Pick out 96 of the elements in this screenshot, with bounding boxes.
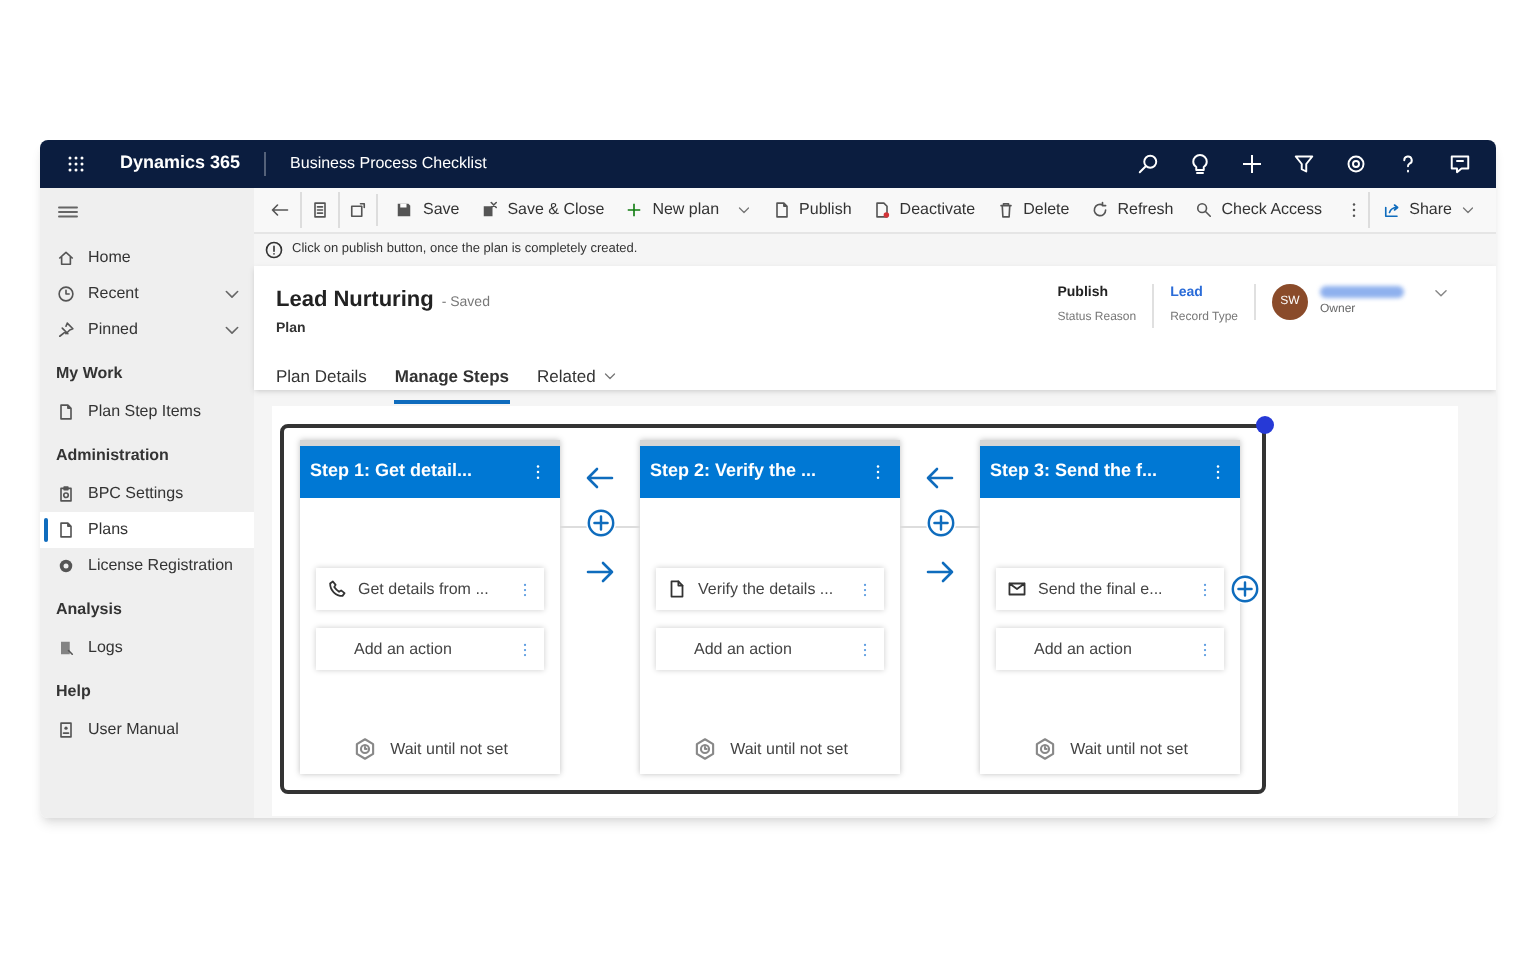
home-icon	[56, 248, 76, 268]
sidebar-item[interactable]: Recent	[40, 276, 254, 312]
share-button[interactable]: Share	[1367, 192, 1488, 228]
share-icon	[1381, 200, 1402, 220]
plus-icon	[1239, 152, 1263, 176]
refresh-icon	[1089, 200, 1110, 220]
sidebar-item[interactable]: License Registration	[40, 548, 254, 584]
back-icon	[270, 200, 291, 220]
sidebar-item[interactable]: BPC Settings	[40, 476, 254, 512]
filter-button[interactable]	[1290, 151, 1316, 177]
trash-icon	[995, 200, 1016, 220]
plus-button[interactable]	[1238, 151, 1264, 177]
save-icon	[394, 200, 415, 220]
timer-icon	[352, 736, 379, 762]
search-icon	[1135, 152, 1159, 176]
log-icon	[56, 638, 76, 658]
settings-icon	[1343, 152, 1367, 176]
move-left-button[interactable]	[924, 462, 956, 494]
info-icon	[264, 240, 284, 260]
document-icon	[666, 578, 688, 600]
save-close-icon	[479, 200, 500, 220]
filter-icon	[1291, 152, 1315, 176]
add-action-item[interactable]: Add an action	[316, 628, 544, 670]
action-item[interactable]: Verify the details ...	[656, 568, 884, 610]
add-step-button[interactable]	[585, 508, 615, 538]
command-button[interactable]: Publish	[761, 192, 862, 228]
command-button[interactable]: Delete	[985, 192, 1080, 228]
pin-icon	[56, 320, 76, 340]
popout-icon	[347, 200, 368, 220]
chat-button[interactable]	[1446, 151, 1472, 177]
tab[interactable]: Plan Details	[276, 364, 367, 404]
step-title: Step 3: Send the f...	[990, 458, 1158, 485]
timer-icon	[1032, 736, 1059, 762]
resize-handle[interactable]	[1256, 416, 1274, 434]
plus-icon	[1230, 574, 1260, 604]
app-launcher-icon	[64, 152, 88, 176]
plus-icon	[925, 508, 955, 538]
section-heading: Analysis	[54, 598, 124, 622]
phone-icon	[326, 578, 348, 600]
search-button[interactable]	[1134, 151, 1160, 177]
lightbulb-button[interactable]	[1186, 151, 1212, 177]
badge-icon	[56, 556, 76, 576]
left-arrow-icon	[924, 462, 956, 494]
right-arrow-icon	[584, 556, 616, 588]
document-icon	[56, 402, 76, 422]
command-button[interactable]: Check Access	[1183, 192, 1332, 228]
blurred-name	[1320, 286, 1404, 298]
chat-icon	[1447, 152, 1471, 176]
record-title: Lead Nurturing	[276, 286, 434, 316]
command-button[interactable]: Deactivate	[861, 192, 986, 228]
timer-icon	[692, 736, 719, 762]
sidebar-item[interactable]: Pinned	[40, 312, 254, 348]
wait-condition: Wait until not set	[730, 737, 848, 761]
add-step-button[interactable]	[1230, 574, 1260, 604]
plus-icon	[624, 200, 645, 220]
lightbulb-icon	[1187, 152, 1211, 176]
move-left-button[interactable]	[584, 462, 616, 494]
left-arrow-icon	[584, 462, 616, 494]
sidebar-item[interactable]: Home	[40, 240, 254, 276]
mail-icon	[1006, 578, 1028, 600]
section-heading: Administration	[54, 444, 171, 468]
manual-icon	[56, 720, 76, 740]
sidebar-item[interactable]: User Manual	[40, 712, 254, 748]
plus-icon	[585, 508, 615, 538]
add-action-item[interactable]: Add an action	[656, 628, 884, 670]
wait-condition: Wait until not set	[1070, 737, 1188, 761]
move-right-button[interactable]	[584, 556, 616, 588]
document-icon	[56, 520, 76, 540]
brand-name[interactable]: Dynamics 365	[120, 150, 241, 178]
chevron-icon	[1460, 202, 1476, 218]
move-right-button[interactable]	[924, 556, 956, 588]
command-button[interactable]: Refresh	[1079, 192, 1184, 228]
chevron-icon	[1432, 284, 1450, 302]
clipboard-icon	[56, 484, 76, 504]
action-item[interactable]: Get details from ...	[316, 568, 544, 610]
section-heading: Help	[54, 680, 93, 704]
add-step-button[interactable]	[925, 508, 955, 538]
document-icon	[871, 200, 892, 220]
step-title: Step 1: Get detail...	[310, 458, 473, 485]
page-icon	[309, 200, 330, 220]
right-arrow-icon	[924, 556, 956, 588]
wait-condition: Wait until not set	[390, 737, 508, 761]
clock-icon	[56, 284, 76, 304]
command-button[interactable]: New plan	[614, 192, 762, 228]
tab[interactable]: Related	[537, 364, 618, 404]
step-title: Step 2: Verify the ...	[650, 458, 817, 485]
command-button[interactable]: Save	[384, 192, 470, 228]
command-button[interactable]: Save & Close	[469, 192, 615, 228]
sidebar-item[interactable]: Plan Step Items	[40, 394, 254, 430]
sidebar-item[interactable]: Plans	[40, 512, 254, 548]
settings-button[interactable]	[1342, 151, 1368, 177]
add-action-item[interactable]: Add an action	[996, 628, 1224, 670]
sidebar-item[interactable]: Logs	[40, 630, 254, 666]
document-icon	[771, 200, 792, 220]
app-title: Business Process Checklist	[290, 152, 487, 176]
section-heading: My Work	[54, 362, 125, 386]
